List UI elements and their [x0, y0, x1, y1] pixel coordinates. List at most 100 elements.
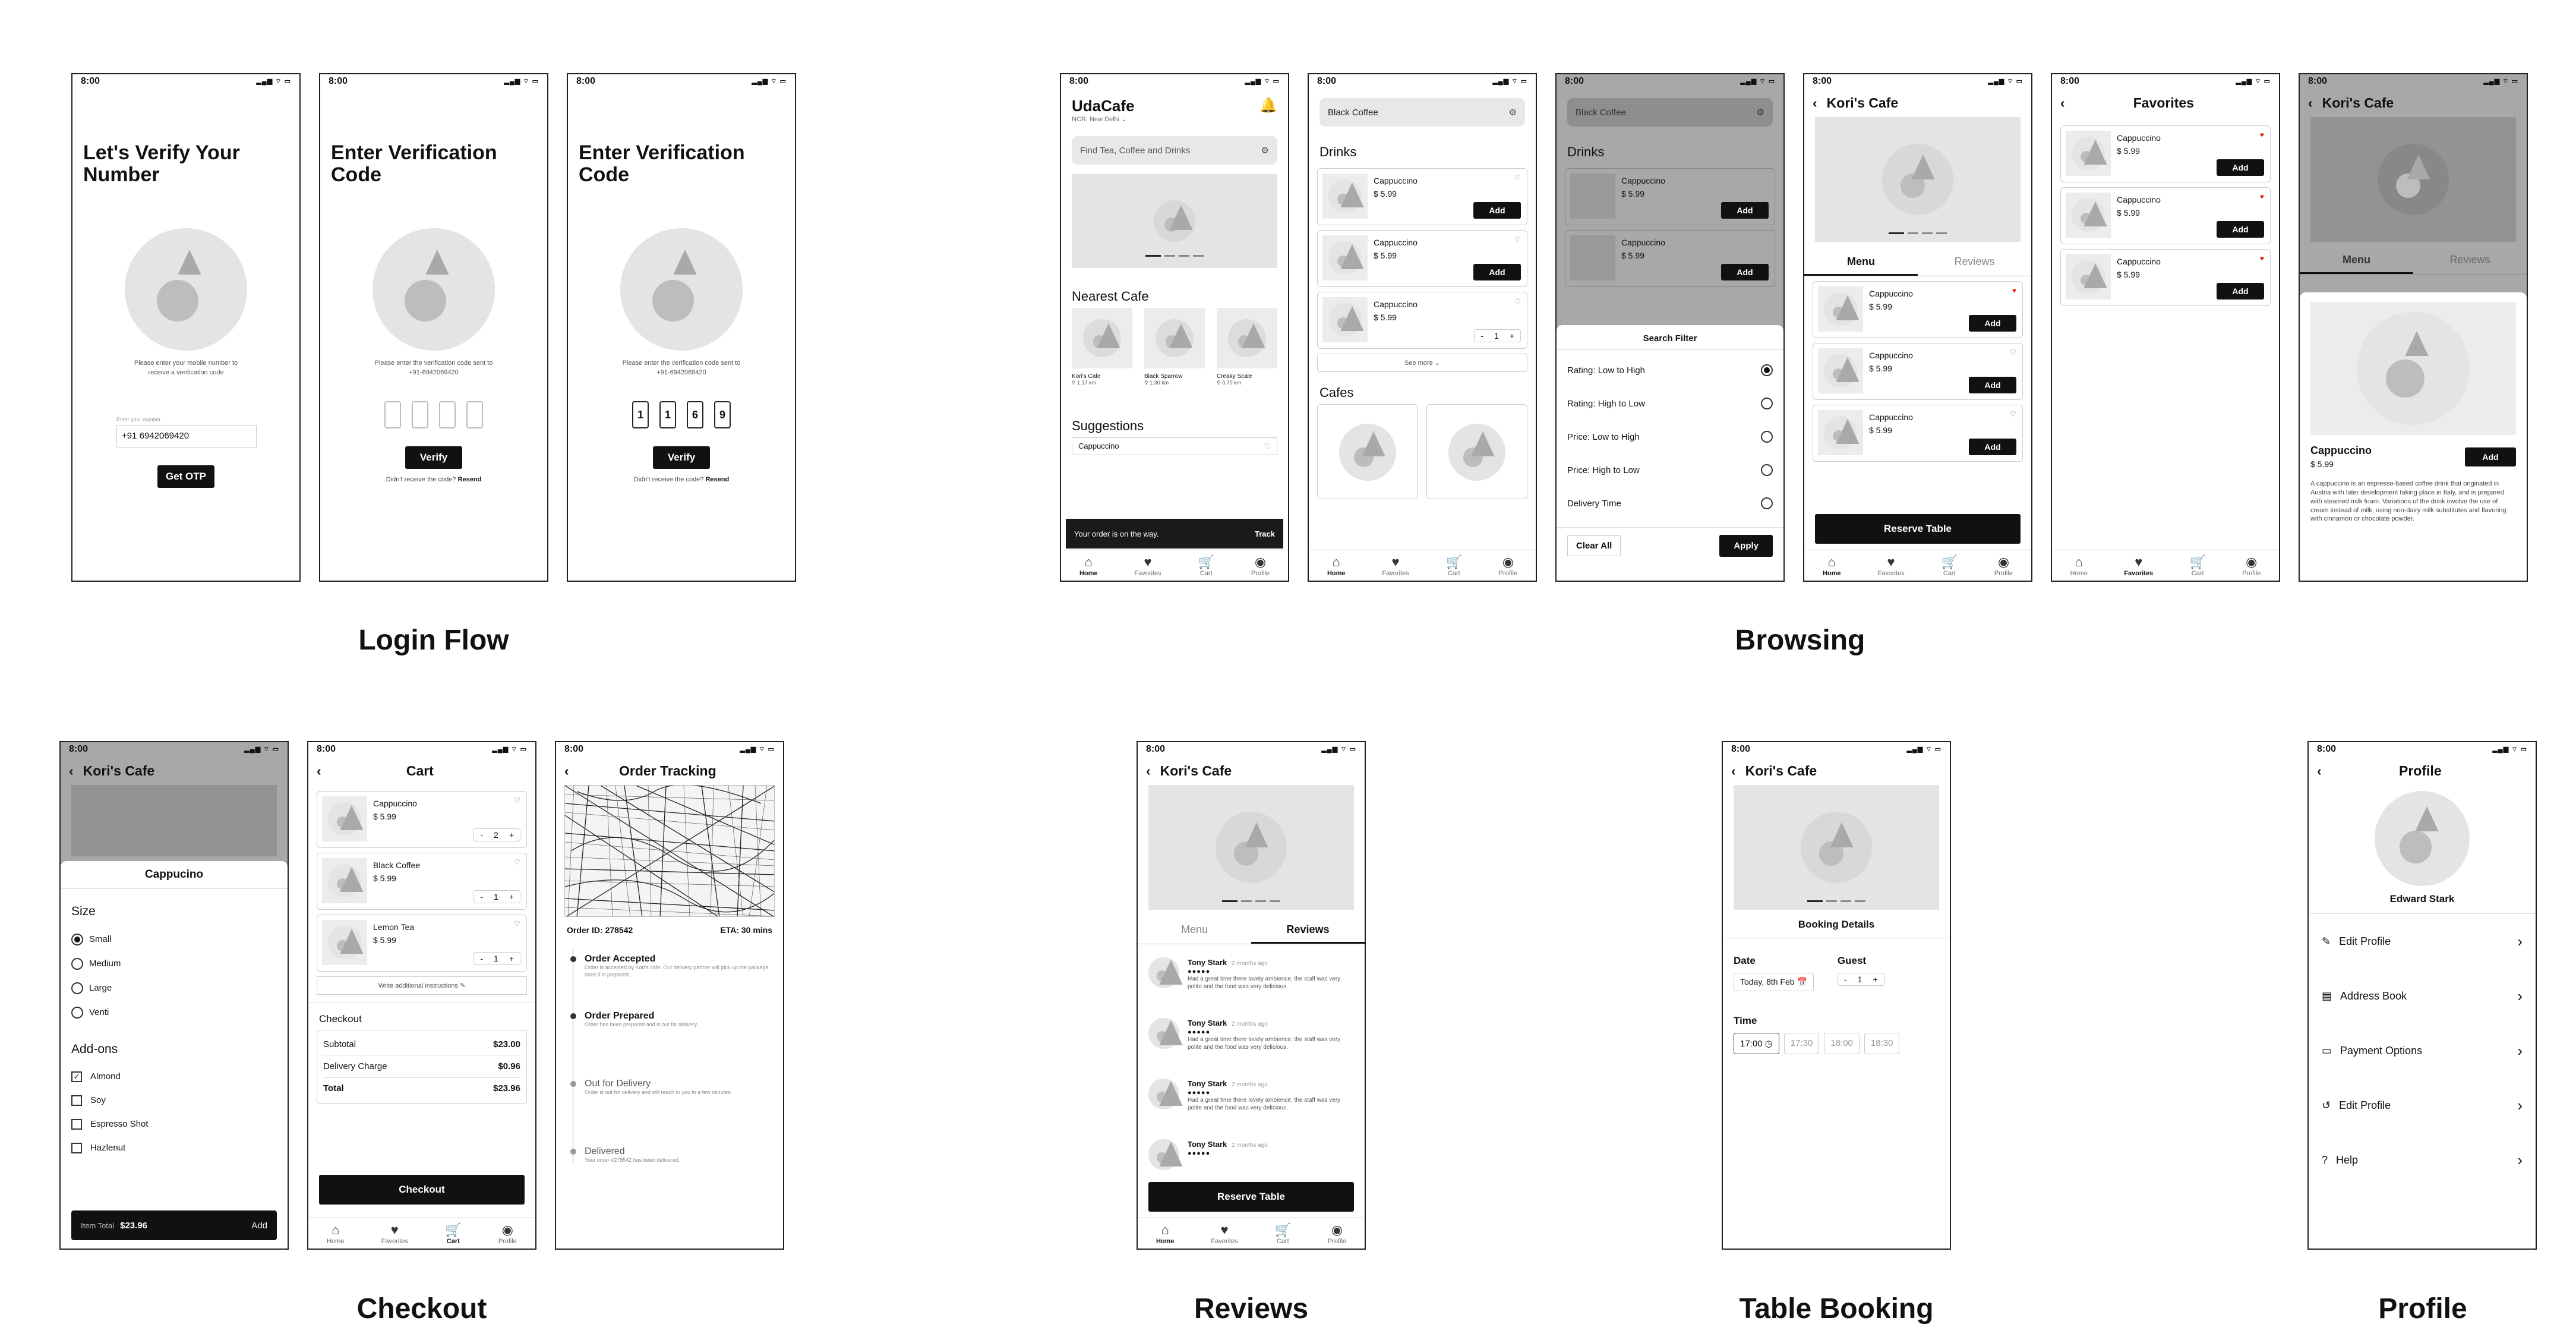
back-icon[interactable]: ‹ — [2317, 763, 2322, 779]
otp-digit-input[interactable]: 6 — [687, 401, 703, 429]
add-button[interactable]: Add — [2217, 221, 2264, 238]
heart-icon[interactable]: ♡ — [1514, 235, 1521, 244]
add-button[interactable]: Add — [2217, 159, 2264, 176]
nav-home[interactable]: ⌂ Home — [2070, 554, 2088, 577]
cafe-card[interactable] — [1317, 404, 1418, 499]
apply-button[interactable]: Apply — [1719, 535, 1773, 557]
nav-favorites[interactable]: ♥ Favorites — [381, 1222, 408, 1245]
add-to-cart-button[interactable]: Add — [251, 1221, 267, 1231]
radio[interactable] — [1761, 398, 1773, 409]
back-icon[interactable]: ‹ — [1731, 763, 1736, 779]
tab-menu[interactable]: Menu — [1138, 918, 1251, 944]
cart-item[interactable]: Lemon Tea $ 5.99 ♡ -1 + — [317, 915, 527, 972]
tab-reviews[interactable]: Reviews — [1918, 250, 2031, 276]
quantity-stepper[interactable]: -1 + — [473, 890, 520, 903]
nav-cart[interactable]: 🛒 Cart — [1198, 554, 1214, 577]
nav-profile[interactable]: ◉ Profile — [1994, 554, 2013, 577]
back-icon[interactable]: ‹ — [1813, 95, 1817, 111]
heart-icon[interactable]: ♡ — [1514, 174, 1521, 182]
otp-digit-input[interactable] — [466, 401, 483, 429]
otp-digit-input[interactable] — [384, 401, 401, 429]
verify-button[interactable]: Verify — [653, 446, 710, 469]
size-option[interactable]: Medium — [71, 951, 277, 976]
nav-favorites[interactable]: ♥ Favorites — [1877, 554, 1904, 577]
otp-digit-input[interactable]: 1 — [632, 401, 649, 429]
banner-carousel[interactable] — [1072, 174, 1277, 268]
addon-option[interactable]: Hazlenut — [71, 1136, 277, 1160]
add-button[interactable]: Add — [1969, 377, 2016, 393]
heart-icon[interactable]: ♥ — [2012, 286, 2016, 295]
product-card[interactable]: Cappuccino $ 5.99 ♡ -1 + — [1317, 292, 1527, 349]
otp-digit-input[interactable]: 1 — [659, 401, 676, 429]
gear-icon[interactable]: ⚙ — [1261, 145, 1269, 156]
checkout-button[interactable]: Checkout — [319, 1175, 525, 1205]
guest-stepper[interactable]: -1 + — [1837, 973, 1884, 986]
product-card[interactable]: Cappuccino $ 5.99 ♡ Add — [1317, 230, 1527, 287]
otp-digit-input[interactable] — [439, 401, 456, 429]
filter-option[interactable]: Price: Low to High — [1557, 420, 1783, 453]
heart-icon[interactable]: ♡ — [1264, 442, 1271, 451]
nav-home[interactable]: ⌂ Home — [1079, 554, 1098, 577]
size-option[interactable]: Small — [71, 927, 277, 951]
favorite-card[interactable]: Cappuccino $ 5.99 ♥ Add — [2060, 125, 2271, 182]
time-slot[interactable]: 17:30 — [1783, 1033, 1820, 1054]
heart-icon[interactable]: ♥ — [2260, 131, 2264, 139]
nav-cart[interactable]: 🛒 Cart — [1446, 554, 1462, 577]
cafe-card[interactable] — [1426, 404, 1527, 499]
heart-icon[interactable]: ♡ — [2010, 410, 2016, 418]
filter-option[interactable]: Delivery Time — [1557, 487, 1783, 520]
tab-menu[interactable]: Menu — [1804, 250, 1918, 276]
nav-home[interactable]: ⌂ Home — [327, 1222, 344, 1245]
radio-selected[interactable] — [1761, 364, 1773, 376]
phone-input[interactable]: +91 6942069420 — [116, 425, 257, 448]
menu-payment-options[interactable]: ▭ Payment Options › — [2309, 1023, 2536, 1078]
size-option[interactable]: Venti — [71, 1000, 277, 1024]
back-icon[interactable]: ‹ — [2060, 95, 2065, 111]
back-icon[interactable]: ‹ — [564, 763, 569, 779]
product-card[interactable]: Cappuccino $ 5.99 ♥ Add — [1813, 281, 2023, 338]
instructions-input[interactable]: Write additional instructions ✎ — [317, 976, 527, 995]
cafe-image-carousel[interactable] — [1148, 785, 1354, 910]
heart-icon[interactable]: ♡ — [2010, 348, 2016, 357]
filter-option[interactable]: Rating: High to Low — [1557, 387, 1783, 420]
otp-digit-input[interactable]: 9 — [714, 401, 731, 429]
avatar[interactable] — [2375, 791, 2470, 886]
quantity-stepper[interactable]: -2 + — [473, 828, 520, 841]
addon-option[interactable]: Soy — [71, 1089, 277, 1112]
filter-option[interactable]: Price: High to Low — [1557, 453, 1783, 487]
radio[interactable] — [1761, 497, 1773, 509]
back-icon[interactable]: ‹ — [1146, 763, 1151, 779]
addon-option[interactable]: Espresso Shot — [71, 1112, 277, 1136]
favorite-card[interactable]: Cappuccino $ 5.99 ♥ Add — [2060, 249, 2271, 306]
clear-all-button[interactable]: Clear All — [1567, 535, 1621, 556]
nav-favorites[interactable]: ♥ Favorites — [1211, 1222, 1238, 1245]
nav-profile[interactable]: ◉ Profile — [1251, 554, 1270, 577]
bell-icon[interactable]: 🔔 — [1259, 97, 1277, 123]
add-button[interactable]: Add — [1473, 264, 1521, 280]
track-button[interactable]: Track — [1255, 529, 1275, 538]
size-option[interactable]: Large — [71, 976, 277, 1000]
nav-profile[interactable]: ◉ Profile — [1328, 1222, 1346, 1245]
add-button[interactable]: Add — [1969, 315, 2016, 332]
filter-option[interactable]: Rating: Low to High — [1557, 354, 1783, 387]
search-bar[interactable]: Find Tea, Coffee and Drinks ⚙ — [1072, 136, 1277, 165]
location-selector[interactable]: NCR, New Delhi ⌄ — [1072, 115, 1134, 123]
product-card[interactable]: Cappuccino $ 5.99 ♡ Add — [1813, 405, 2023, 462]
heart-icon[interactable]: ♡ — [514, 796, 520, 805]
back-icon[interactable]: ‹ — [69, 763, 74, 779]
otp-digit-input[interactable] — [412, 401, 428, 429]
menu-history[interactable]: ↺ Edit Profile › — [2309, 1078, 2536, 1133]
cafe-card[interactable]: Creaky Scale ⚲ 0.70 km — [1217, 308, 1277, 386]
back-icon[interactable]: ‹ — [2308, 95, 2313, 111]
resend-link[interactable]: Resend — [705, 476, 729, 483]
nav-cart[interactable]: 🛒 Cart — [1942, 554, 1958, 577]
heart-icon[interactable]: ♡ — [514, 920, 520, 928]
nav-profile[interactable]: ◉ Profile — [498, 1222, 517, 1245]
nav-favorites[interactable]: ♥ Favorites — [1134, 554, 1161, 577]
nav-cart[interactable]: 🛒 Cart — [2189, 554, 2205, 577]
reserve-table-button[interactable]: Reserve Table — [1148, 1182, 1354, 1212]
search-bar[interactable]: Black Coffee ⚙ — [1567, 98, 1773, 127]
time-slot[interactable]: 18:00 — [1824, 1033, 1860, 1054]
cart-item[interactable]: Black Coffee $ 5.99 ♡ -1 + — [317, 853, 527, 910]
cafe-image-carousel[interactable] — [1734, 785, 1939, 910]
